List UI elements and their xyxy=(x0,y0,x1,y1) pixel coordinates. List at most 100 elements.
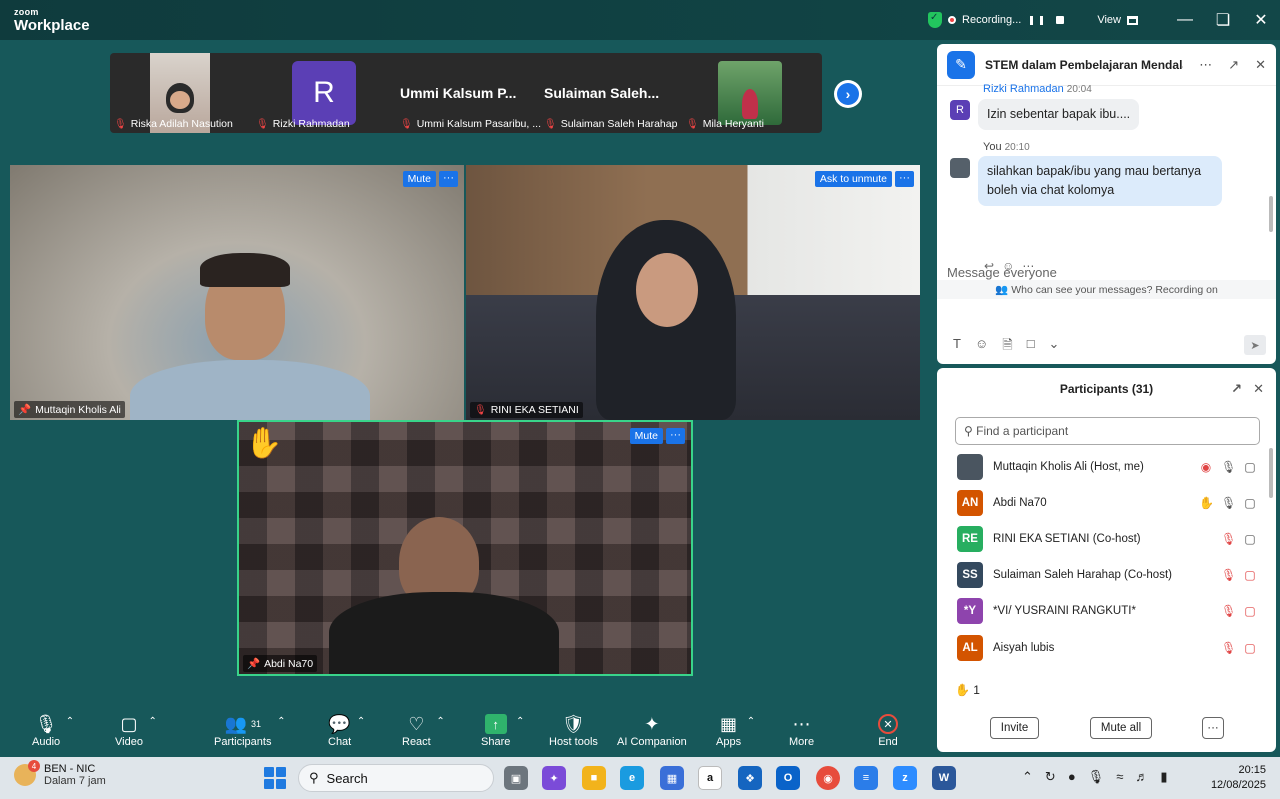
pop-out-icon[interactable]: ↗ xyxy=(1231,381,1242,397)
invite-button[interactable]: Invite xyxy=(990,717,1039,739)
end-button[interactable]: ✕ End xyxy=(878,712,898,748)
mic-off-icon[interactable]: 🎙 xyxy=(1221,641,1236,655)
close-icon[interactable]: ✕ xyxy=(1253,381,1264,397)
participant-row[interactable]: Muttaqin Kholis Ali (Host, me) ◉ 🎙 ▢ xyxy=(957,453,1257,481)
dropbox-icon[interactable]: ❖ xyxy=(738,766,762,790)
file-icon[interactable]: 🗎 xyxy=(1002,336,1012,358)
chevron-up-icon[interactable]: ⌃ xyxy=(436,716,444,727)
windows-start-icon[interactable] xyxy=(264,767,286,789)
more-options-icon[interactable]: ··· xyxy=(439,171,458,187)
scrollbar[interactable] xyxy=(1269,196,1273,232)
thumb-ummi[interactable]: Ummi Kalsum P... 🎙 Ummi Kalsum Pasaribu, … xyxy=(396,53,541,133)
next-page-button[interactable]: › xyxy=(834,80,862,108)
view-button[interactable]: View xyxy=(1097,14,1138,26)
shield-icon[interactable] xyxy=(928,12,943,28)
mic-off-icon[interactable]: 🎙 xyxy=(1221,568,1236,582)
close-icon[interactable]: ✕ xyxy=(1255,57,1266,73)
edge-icon[interactable]: e xyxy=(620,766,644,790)
camera-icon[interactable]: ▢ xyxy=(1243,496,1257,510)
microphone-icon[interactable]: 🎙 xyxy=(1221,460,1236,474)
chat-button[interactable]: 💬 ⌃ Chat xyxy=(328,712,365,749)
camera-icon[interactable]: ▢ xyxy=(1243,460,1257,474)
mute-all-button[interactable]: Mute all xyxy=(1090,717,1152,739)
more-options-icon[interactable]: ··· xyxy=(666,428,685,444)
audio-button[interactable]: 🎙 ⌃ Audio xyxy=(32,712,74,749)
video-button[interactable]: ▢ ⌃ Video xyxy=(115,712,157,749)
chevron-up-icon[interactable]: ⌃ xyxy=(1022,769,1033,785)
close-icon[interactable]: ✕ xyxy=(1242,0,1280,40)
minimize-icon[interactable]: — xyxy=(1166,0,1204,40)
battery-icon[interactable]: ▮ xyxy=(1160,769,1167,785)
share-button[interactable]: ↑ ⌃ Share xyxy=(481,712,524,748)
chevron-down-icon[interactable]: ⌄ xyxy=(1049,336,1060,358)
chevron-up-icon[interactable]: ⌃ xyxy=(747,716,755,727)
chevron-up-icon[interactable]: ⌃ xyxy=(357,716,365,727)
outlook-icon[interactable]: O xyxy=(776,766,800,790)
sync-icon[interactable]: ↻ xyxy=(1045,769,1056,785)
host-tools-button[interactable]: 🛡 Host tools xyxy=(549,712,598,749)
emoji-icon[interactable]: ☺ xyxy=(975,336,988,358)
chevron-up-icon[interactable]: ⌃ xyxy=(149,716,157,727)
camera-off-icon[interactable]: ▢ xyxy=(1243,604,1257,618)
more-button[interactable]: ⋯ More xyxy=(789,712,814,749)
participant-row[interactable]: RE RINI EKA SETIANI (Co-host) 🎙 ▢ xyxy=(957,525,1257,553)
clock[interactable]: 20:15 12/08/2025 xyxy=(1211,763,1266,793)
chevron-up-icon[interactable]: ⌃ xyxy=(516,716,524,727)
thumb-sulaiman[interactable]: Sulaiman Saleh... 🎙 Sulaiman Saleh Haraha… xyxy=(540,53,680,133)
more-options-button[interactable]: ··· xyxy=(1202,717,1224,739)
mic-off-icon[interactable]: 🎙 xyxy=(1221,604,1236,618)
participant-row[interactable]: AL Aisyah lubis 🎙 ▢ xyxy=(957,634,1257,662)
video-tile-muttaqin[interactable]: Mute ··· 📌 Muttaqin Kholis Ali xyxy=(10,165,464,420)
weather-widget[interactable]: 4 BEN - NIC Dalam 7 jam xyxy=(14,760,106,787)
participant-search-input[interactable]: ⚲ Find a participant xyxy=(955,417,1260,445)
camera-icon[interactable]: ▢ xyxy=(1243,532,1257,546)
maximize-icon[interactable]: ❏ xyxy=(1204,0,1242,40)
thumb-mila[interactable]: 🎙 Mila Heryanti xyxy=(682,53,822,133)
stop-recording-icon[interactable] xyxy=(1051,11,1069,29)
more-options-icon[interactable]: ··· xyxy=(895,171,914,187)
thumb-riska[interactable]: 🎙 Riska Adilah Nasution xyxy=(110,53,250,133)
pop-out-icon[interactable]: ↗ xyxy=(1228,57,1239,73)
notepad-icon[interactable]: ≡ xyxy=(854,766,878,790)
visibility-notice[interactable]: 👥 Who can see your messages? Recording o… xyxy=(937,280,1276,299)
chevron-up-icon[interactable]: ⌃ xyxy=(277,716,285,727)
screenshot-icon[interactable]: □ xyxy=(1027,336,1035,358)
word-icon[interactable]: W xyxy=(932,766,956,790)
mic-icon[interactable]: 🎙 xyxy=(1088,769,1105,785)
file-explorer-icon[interactable]: ■ xyxy=(582,766,606,790)
volume-icon[interactable]: ♬ xyxy=(1135,769,1148,785)
apps-button[interactable]: ▦ ⌃ Apps xyxy=(716,712,755,749)
camera-off-icon[interactable]: ▢ xyxy=(1243,568,1257,582)
text-format-icon[interactable]: T xyxy=(953,336,961,358)
store-icon[interactable]: ▦ xyxy=(660,766,684,790)
video-tile-rini[interactable]: Ask to unmute ··· 🎙 RINI EKA SETIANI xyxy=(466,165,920,420)
chevron-up-icon[interactable]: ⌃ xyxy=(66,716,74,727)
microphone-icon[interactable]: 🎙 xyxy=(1221,496,1236,510)
mic-off-icon[interactable]: 🎙 xyxy=(1221,532,1236,546)
participant-row[interactable]: *Y *VI/ YUSRAINI RANGKUTI* 🎙 ▢ xyxy=(957,597,1257,625)
send-icon[interactable]: ➤ xyxy=(1244,335,1266,355)
react-button[interactable]: ♡ ⌃ React xyxy=(402,712,445,749)
taskbar-search[interactable]: ⚲ Search xyxy=(298,764,494,792)
task-view-icon[interactable]: ▣ xyxy=(504,766,528,790)
participant-row[interactable]: AN Abdi Na70 ✋ 🎙 ▢ xyxy=(957,489,1257,517)
chrome-icon[interactable]: ◉ xyxy=(816,766,840,790)
more-options-icon[interactable]: ⋯ xyxy=(1199,57,1212,73)
pause-recording-icon[interactable] xyxy=(1027,11,1045,29)
message-input[interactable]: Message everyone xyxy=(947,265,1057,280)
antivirus-icon[interactable]: ● xyxy=(1068,769,1076,785)
wifi-icon[interactable]: ≈ xyxy=(1116,769,1123,785)
camera-off-icon[interactable]: ▢ xyxy=(1243,641,1257,655)
mute-button[interactable]: Mute xyxy=(629,428,663,444)
zoom-icon[interactable]: z xyxy=(893,766,917,790)
participant-row[interactable]: SS Sulaiman Saleh Harahap (Co-host) 🎙 ▢ xyxy=(957,561,1257,589)
scrollbar[interactable] xyxy=(1269,448,1273,498)
mute-button[interactable]: Mute xyxy=(402,171,436,187)
copilot-icon[interactable]: ✦ xyxy=(542,766,566,790)
thumb-rizki[interactable]: R 🎙 Rizki Rahmadan xyxy=(252,53,394,133)
video-tile-abdi[interactable]: ✋ Mute ··· 📌 Abdi Na70 xyxy=(237,420,693,676)
participants-button[interactable]: 👥 31 ⌃ Participants xyxy=(214,712,285,749)
amazon-icon[interactable]: a xyxy=(698,766,722,790)
ask-to-unmute-button[interactable]: Ask to unmute xyxy=(814,171,892,187)
ai-companion-button[interactable]: ✦ AI Companion xyxy=(617,712,687,749)
